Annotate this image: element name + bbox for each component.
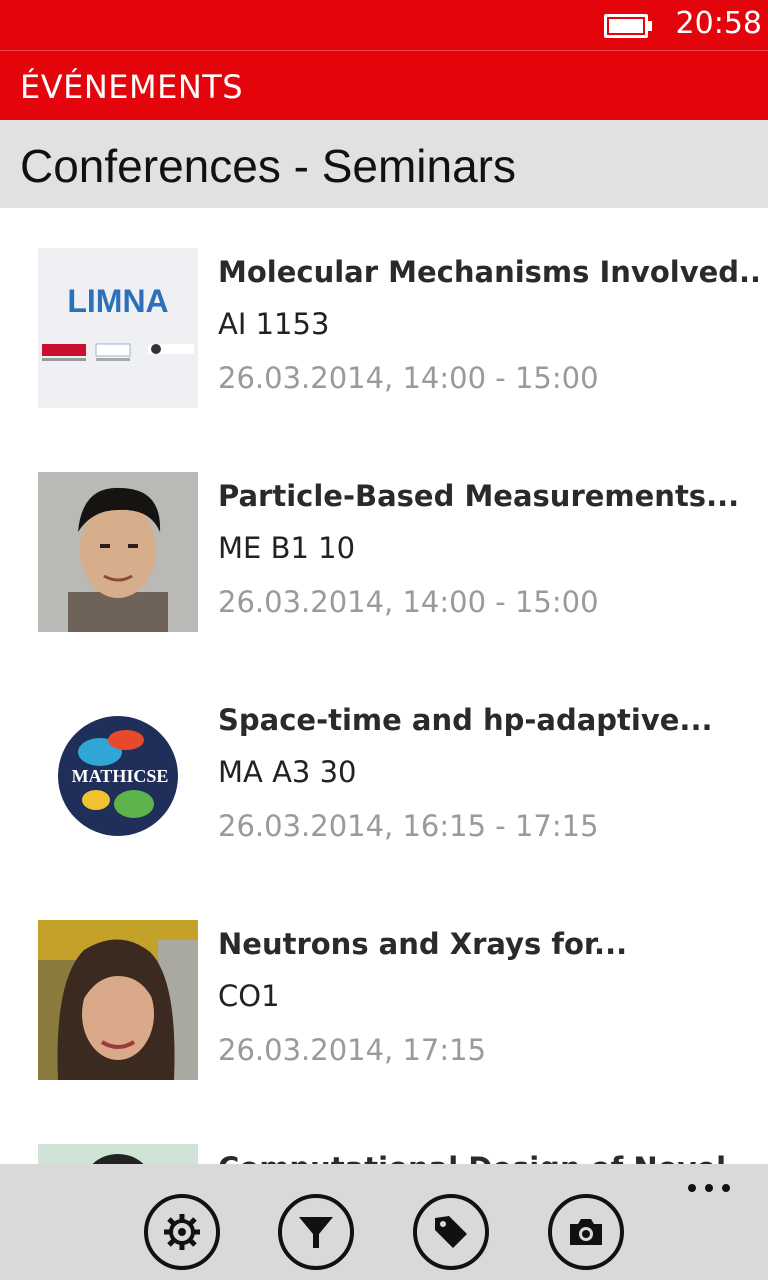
status-bar: 20:58 [0,0,768,50]
list-item[interactable]: LIMNA Molecular Mechanisms Involved... A… [0,208,768,408]
event-room: MA A3 30 [218,755,357,789]
event-room: CO1 [218,979,280,1013]
settings-button[interactable] [144,1194,220,1270]
app-header: ÉVÉNEMENTS [0,50,768,120]
event-title: Particle-Based Measurements... [218,479,740,513]
camera-icon [570,1219,602,1245]
tag-icon [435,1216,467,1248]
page-title: Conferences - Seminars [20,140,516,192]
page-header: Conferences - Seminars [0,120,768,208]
tag-button[interactable] [413,1194,489,1270]
battery-icon [604,14,652,38]
event-room: AI 1153 [218,307,330,341]
event-title: Computational Design of Novel... [218,1148,758,1164]
event-thumbnail [38,1144,198,1164]
event-date: 26.03.2014, 14:00 - 15:00 [218,361,599,395]
event-thumbnail [38,920,198,1080]
settings-icon [164,1214,200,1250]
filter-button[interactable] [278,1194,354,1270]
list-item[interactable]: Particle-Based Measurements... ME B1 10 … [0,432,768,632]
status-time: 20:58 [675,6,762,41]
event-thumbnail-logo-text: LIMNA [67,283,168,319]
event-date: 26.03.2014, 16:15 - 17:15 [218,809,599,843]
event-list: LIMNA Molecular Mechanisms Involved... A… [0,208,768,1164]
list-item[interactable]: Neutrons and Xrays for... CO1 26.03.2014… [0,880,768,1080]
event-thumbnail: LIMNA [38,248,198,408]
event-date: 26.03.2014, 14:00 - 15:00 [218,585,599,619]
bottom-app-bar [0,1164,768,1280]
event-date: 26.03.2014, 17:15 [218,1033,487,1067]
event-title: Neutrons and Xrays for... [218,927,628,961]
filter-icon [299,1217,333,1248]
event-thumbnail [38,472,198,632]
event-title: Space-time and hp-adaptive... [218,703,713,737]
camera-button[interactable] [548,1194,624,1270]
event-room: ME B1 10 [218,531,356,565]
list-item[interactable]: Computational Design of Novel... [0,1104,768,1164]
event-title: Molecular Mechanisms Involved... [218,255,758,289]
more-options-icon[interactable] [686,1178,732,1198]
event-thumbnail: MATHICSE [38,696,198,856]
app-title: ÉVÉNEMENTS [20,68,244,106]
list-item[interactable]: MATHICSE Space-time and hp-adaptive... M… [0,656,768,856]
event-thumbnail-logo-text: MATHICSE [72,766,169,786]
